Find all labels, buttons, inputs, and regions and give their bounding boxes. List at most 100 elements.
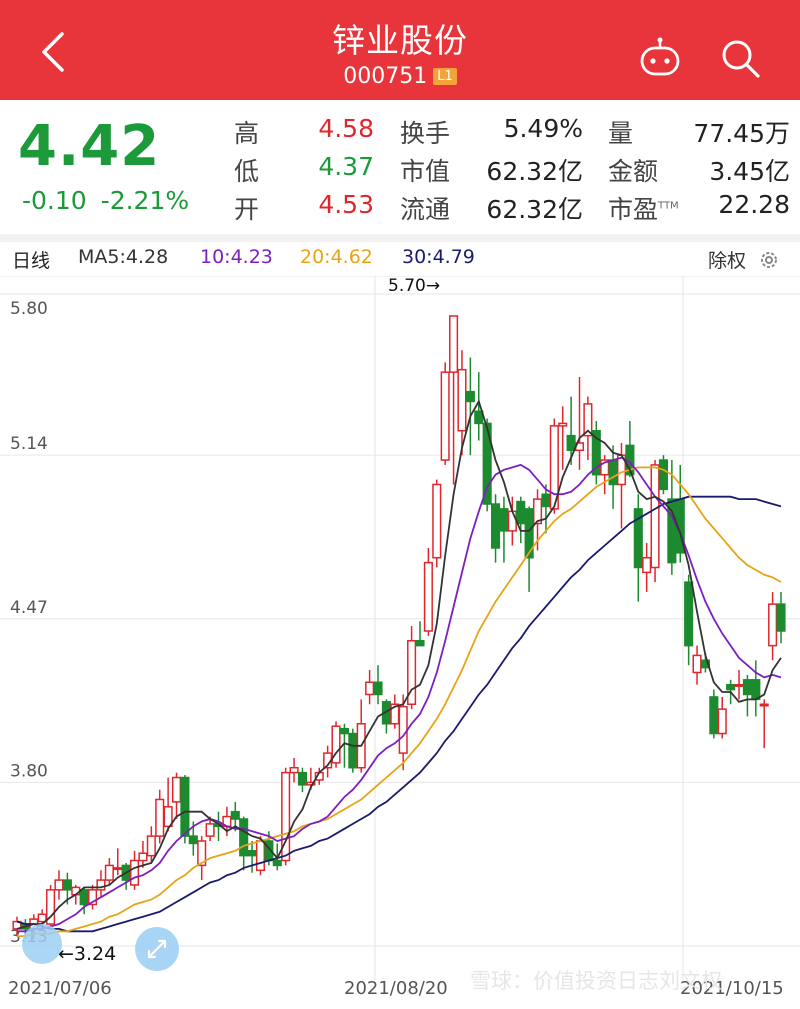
candle-body bbox=[658, 459, 669, 491]
overlay-button bbox=[22, 924, 62, 964]
candle-body bbox=[742, 679, 752, 696]
candle-body bbox=[717, 708, 727, 735]
candle-body bbox=[650, 464, 660, 569]
candle-body bbox=[734, 683, 744, 687]
watermark: 雪球：价值投资日志刘文权 bbox=[470, 969, 722, 993]
stat-value: 5.49% bbox=[503, 114, 583, 143]
adjust-label[interactable]: 除权 bbox=[708, 246, 746, 273]
candle-body bbox=[113, 867, 123, 871]
candle-body bbox=[608, 459, 618, 486]
candle-body bbox=[146, 835, 156, 857]
candle-body bbox=[423, 561, 433, 632]
candle-body bbox=[507, 510, 517, 532]
candle-body bbox=[726, 683, 736, 691]
gear-icon[interactable] bbox=[758, 249, 780, 271]
stat-value: 62.32亿 bbox=[486, 157, 583, 186]
stat-label: 流通 bbox=[400, 195, 451, 224]
kline-svg[interactable]: 5.805.144.473.803.135.70→←3.242021/07/06… bbox=[0, 275, 800, 1005]
y-tick-label: 5.80 bbox=[10, 299, 48, 319]
candle-body bbox=[205, 823, 215, 837]
high-marker: 5.70→ bbox=[388, 276, 440, 296]
candle-body bbox=[432, 483, 442, 559]
candle-body bbox=[759, 703, 769, 707]
candle-body bbox=[465, 390, 475, 403]
stat-label: 市值 bbox=[400, 157, 451, 186]
candle-body bbox=[516, 500, 526, 525]
candle-body bbox=[239, 818, 249, 857]
stat-value: 22.28 bbox=[718, 190, 790, 219]
stat-label: 低 bbox=[234, 157, 260, 186]
candle-body bbox=[398, 705, 408, 754]
ma30-label: 30:4.79 bbox=[402, 246, 475, 268]
x-tick-label: 2021/08/20 bbox=[344, 978, 448, 999]
candle-body bbox=[272, 859, 282, 867]
candle-body bbox=[642, 556, 652, 574]
stock-code: 000751 bbox=[343, 64, 428, 89]
candle-body bbox=[230, 810, 240, 820]
y-tick-label: 5.14 bbox=[10, 434, 48, 454]
stat-value: 62.32亿 bbox=[486, 195, 583, 224]
candle-body bbox=[474, 410, 484, 425]
search-icon[interactable] bbox=[718, 36, 762, 80]
candle-body bbox=[289, 766, 299, 774]
candle-body bbox=[373, 681, 383, 696]
stat-value: 4.53 bbox=[318, 190, 374, 219]
y-tick-label: 3.80 bbox=[10, 761, 48, 781]
stat-label: 市盈TTM bbox=[608, 195, 679, 224]
low-marker: ←3.24 bbox=[58, 943, 116, 965]
candle-body bbox=[247, 850, 257, 857]
stat-label: 开 bbox=[234, 195, 260, 224]
candle-body bbox=[188, 835, 198, 845]
candle-body bbox=[490, 503, 501, 549]
candle-body bbox=[138, 852, 148, 862]
candle-body bbox=[297, 771, 308, 786]
change-percent: -2.21% bbox=[100, 186, 190, 215]
candle-body bbox=[449, 315, 459, 373]
candle-body bbox=[558, 422, 568, 427]
ttm-sup: TTM bbox=[658, 200, 679, 212]
stat-label: 高 bbox=[234, 119, 260, 148]
candle-body bbox=[129, 859, 140, 886]
y-tick-label: 4.47 bbox=[10, 598, 48, 618]
candle-body bbox=[155, 798, 165, 837]
candle-body bbox=[79, 889, 89, 906]
candle-body bbox=[96, 879, 106, 891]
candle-body bbox=[171, 776, 182, 803]
candle-body bbox=[54, 879, 64, 891]
stat-label: 量 bbox=[608, 119, 634, 148]
stat-label: 换手 bbox=[400, 119, 451, 148]
ma20-label: 20:4.62 bbox=[300, 246, 373, 268]
stat-value: 77.45万 bbox=[693, 119, 790, 148]
level-badge: L1 bbox=[433, 68, 457, 85]
ma-legend: 日线 MA5:4.28 10:4.23 20:4.62 30:4.79 除权 bbox=[0, 246, 800, 274]
candle-body bbox=[440, 371, 450, 461]
period-label[interactable]: 日线 bbox=[12, 246, 50, 273]
candle-body bbox=[180, 776, 190, 837]
divider bbox=[0, 234, 800, 242]
candle-body bbox=[348, 732, 358, 769]
last-price: 4.42 bbox=[18, 114, 161, 179]
candle-body bbox=[415, 640, 425, 647]
candle-body bbox=[339, 727, 349, 735]
candle-body bbox=[776, 603, 786, 632]
candle-body bbox=[104, 864, 114, 881]
candle-body bbox=[365, 681, 375, 696]
candle-body bbox=[684, 581, 694, 647]
candle-body bbox=[255, 840, 266, 872]
stat-value: 4.58 bbox=[318, 114, 374, 143]
candle-body bbox=[62, 879, 72, 891]
top-bar: 锌业股份 000751 L1 bbox=[0, 0, 800, 100]
ma10-label: 10:4.23 bbox=[200, 246, 273, 268]
candle-body bbox=[37, 913, 47, 923]
candle-body bbox=[499, 508, 509, 532]
stat-label: 金额 bbox=[608, 157, 659, 186]
candle-body bbox=[768, 603, 778, 647]
candle-body bbox=[541, 493, 551, 508]
ma5-label: MA5:4.28 bbox=[78, 246, 169, 268]
price-change: -0.10 -2.21% bbox=[22, 186, 203, 215]
kline-chart[interactable]: 5.805.144.473.803.135.70→←3.242021/07/06… bbox=[0, 275, 800, 1005]
candle-body bbox=[566, 434, 576, 452]
robot-assistant-icon[interactable] bbox=[638, 36, 682, 80]
stat-value: 3.45亿 bbox=[709, 157, 790, 186]
candle-body bbox=[692, 654, 702, 674]
